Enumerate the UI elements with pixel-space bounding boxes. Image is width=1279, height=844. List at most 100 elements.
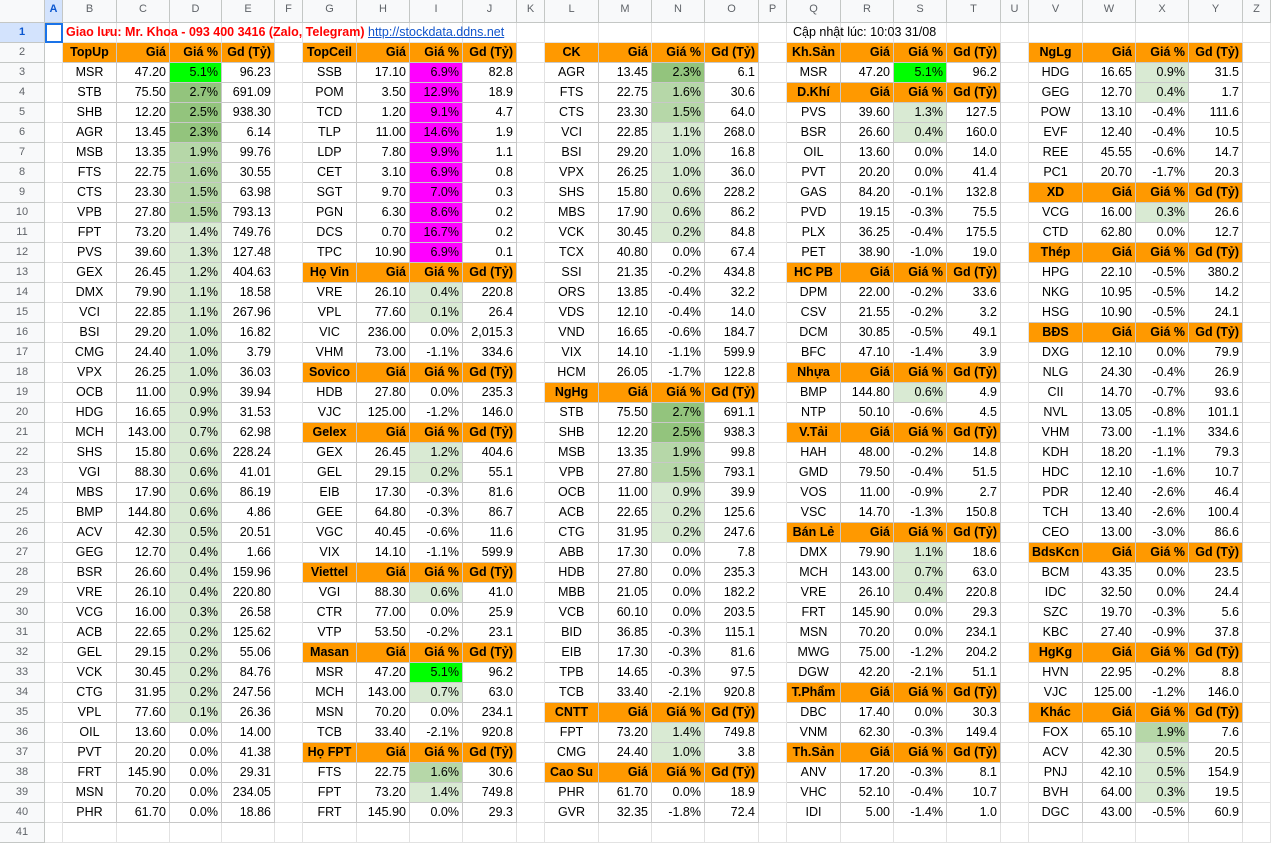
change-pct-cell[interactable]: 1.1%: [894, 543, 947, 563]
grid-cell[interactable]: [1243, 743, 1271, 763]
trade-value-cell[interactable]: 234.1: [463, 703, 517, 723]
change-pct-cell[interactable]: -2.1%: [410, 723, 463, 743]
grid-cell[interactable]: [275, 403, 303, 423]
price-cell[interactable]: 29.15: [117, 643, 170, 663]
change-pct-cell[interactable]: -0.2%: [894, 443, 947, 463]
change-pct-cell[interactable]: 0.0%: [410, 703, 463, 723]
grid-cell[interactable]: [275, 783, 303, 803]
price-cell[interactable]: 43.00: [1083, 803, 1136, 823]
trade-value-cell[interactable]: 1.66: [222, 543, 275, 563]
change-pct-cell[interactable]: 6.9%: [410, 63, 463, 83]
change-pct-cell[interactable]: 9.1%: [410, 103, 463, 123]
change-pct-cell[interactable]: 0.0%: [170, 783, 222, 803]
trade-value-cell[interactable]: 125.6: [705, 503, 759, 523]
change-pct-cell[interactable]: -0.3%: [652, 663, 705, 683]
change-pct-cell[interactable]: 1.0%: [652, 163, 705, 183]
grid-cell[interactable]: [1001, 823, 1029, 843]
change-pct-cell[interactable]: 2.5%: [170, 103, 222, 123]
row-header-21[interactable]: 21: [0, 423, 45, 443]
grid-cell[interactable]: [45, 163, 63, 183]
grid-cell[interactable]: [463, 823, 517, 843]
row-header-14[interactable]: 14: [0, 283, 45, 303]
grid-cell[interactable]: [1001, 83, 1029, 103]
trade-value-cell[interactable]: 125.62: [222, 623, 275, 643]
price-cell[interactable]: 27.40: [1083, 623, 1136, 643]
ticker-cell[interactable]: FOX: [1029, 723, 1083, 743]
trade-value-cell[interactable]: 111.6: [1189, 103, 1243, 123]
row-header-10[interactable]: 10: [0, 203, 45, 223]
grid-cell[interactable]: [275, 763, 303, 783]
trade-value-cell[interactable]: 149.4: [947, 723, 1001, 743]
change-pct-cell[interactable]: 0.4%: [894, 583, 947, 603]
trade-value-cell[interactable]: 404.6: [463, 443, 517, 463]
trade-value-cell[interactable]: 86.19: [222, 483, 275, 503]
trade-value-cell[interactable]: 23.1: [463, 623, 517, 643]
ticker-cell[interactable]: SZC: [1029, 603, 1083, 623]
grid-cell[interactable]: [45, 183, 63, 203]
ticker-cell[interactable]: GEG: [63, 543, 117, 563]
grid-cell[interactable]: [275, 123, 303, 143]
grid-cell[interactable]: [275, 643, 303, 663]
change-pct-cell[interactable]: -0.8%: [1136, 403, 1189, 423]
change-pct-cell[interactable]: -1.7%: [1136, 163, 1189, 183]
row-header-2[interactable]: 2: [0, 43, 45, 63]
row-header-36[interactable]: 36: [0, 723, 45, 743]
trade-value-cell[interactable]: 72.4: [705, 803, 759, 823]
trade-value-cell[interactable]: 99.76: [222, 143, 275, 163]
change-pct-cell[interactable]: 0.9%: [170, 403, 222, 423]
price-cell[interactable]: 10.90: [1083, 303, 1136, 323]
trade-value-cell[interactable]: 235.3: [463, 383, 517, 403]
ticker-cell[interactable]: VIX: [303, 543, 357, 563]
change-pct-cell[interactable]: 0.0%: [170, 723, 222, 743]
grid-cell[interactable]: [1243, 123, 1271, 143]
change-pct-cell[interactable]: 0.9%: [170, 383, 222, 403]
trade-value-cell[interactable]: 36.03: [222, 363, 275, 383]
ticker-cell[interactable]: BSI: [545, 143, 599, 163]
price-cell[interactable]: 12.20: [599, 423, 652, 443]
grid-cell[interactable]: [1243, 723, 1271, 743]
grid-cell[interactable]: [275, 223, 303, 243]
grid-cell[interactable]: [275, 183, 303, 203]
grid-cell[interactable]: [517, 543, 545, 563]
trade-value-cell[interactable]: 19.5: [1189, 783, 1243, 803]
trade-value-cell[interactable]: 84.8: [705, 223, 759, 243]
ticker-cell[interactable]: HPG: [1029, 263, 1083, 283]
trade-value-cell[interactable]: 14.00: [222, 723, 275, 743]
trade-value-cell[interactable]: 60.9: [1189, 803, 1243, 823]
change-pct-cell[interactable]: 0.0%: [894, 163, 947, 183]
price-cell[interactable]: 1.20: [357, 103, 410, 123]
trade-value-cell[interactable]: 10.7: [947, 783, 1001, 803]
grid-cell[interactable]: [759, 483, 787, 503]
grid-cell[interactable]: [759, 563, 787, 583]
trade-value-cell[interactable]: 6.1: [705, 63, 759, 83]
ticker-cell[interactable]: DXG: [1029, 343, 1083, 363]
grid-cell[interactable]: [45, 663, 63, 683]
trade-value-cell[interactable]: 691.1: [705, 403, 759, 423]
grid-cell[interactable]: [275, 563, 303, 583]
trade-value-cell[interactable]: 49.1: [947, 323, 1001, 343]
price-cell[interactable]: 79.50: [841, 463, 894, 483]
ticker-cell[interactable]: VPL: [63, 703, 117, 723]
price-cell[interactable]: 27.80: [117, 203, 170, 223]
price-cell[interactable]: 143.00: [117, 423, 170, 443]
grid-cell[interactable]: [1243, 383, 1271, 403]
price-cell[interactable]: 64.80: [357, 503, 410, 523]
change-pct-cell[interactable]: 1.6%: [170, 163, 222, 183]
change-pct-cell[interactable]: 1.3%: [894, 103, 947, 123]
grid-cell[interactable]: [170, 823, 222, 843]
price-cell[interactable]: 23.30: [117, 183, 170, 203]
trade-value-cell[interactable]: 30.6: [705, 83, 759, 103]
trade-value-cell[interactable]: 2,015.3: [463, 323, 517, 343]
price-cell[interactable]: 20.70: [1083, 163, 1136, 183]
grid-cell[interactable]: [759, 723, 787, 743]
change-pct-cell[interactable]: 0.5%: [170, 523, 222, 543]
grid-cell[interactable]: [759, 463, 787, 483]
change-pct-cell[interactable]: 0.7%: [410, 683, 463, 703]
ticker-cell[interactable]: CTR: [303, 603, 357, 623]
grid-cell[interactable]: [1243, 783, 1271, 803]
change-pct-cell[interactable]: 6.9%: [410, 243, 463, 263]
grid-cell[interactable]: [45, 43, 63, 63]
price-cell[interactable]: 70.20: [357, 703, 410, 723]
price-cell[interactable]: 13.60: [117, 723, 170, 743]
ticker-cell[interactable]: PLX: [787, 223, 841, 243]
